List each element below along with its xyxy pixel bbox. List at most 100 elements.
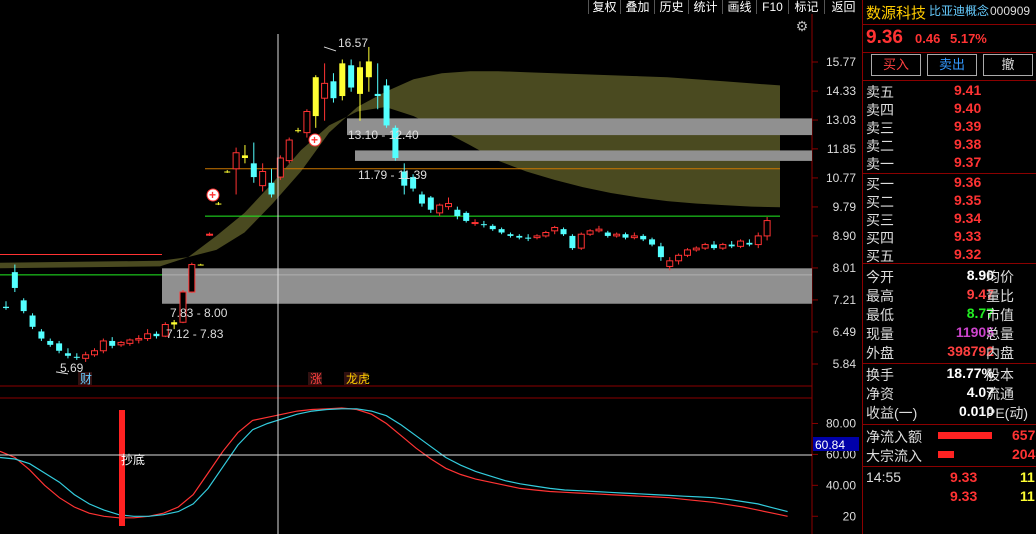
fundamental-label-2: PE(动): [986, 405, 1028, 421]
candle-body: [551, 226, 559, 232]
buy-level-row[interactable]: 买一 9.36: [866, 174, 1036, 192]
order-level-price: 9.32: [954, 246, 982, 262]
order-level-price: 9.41: [954, 82, 982, 98]
toolbar-draw-button[interactable]: 画线: [722, 0, 756, 14]
stat-label-2: 均价: [986, 269, 1014, 285]
candle-body: [754, 235, 762, 246]
plus-sign: +: [311, 133, 318, 147]
plus-sign: +: [209, 188, 216, 202]
buy-level-row[interactable]: 买五 9.32: [866, 246, 1036, 264]
order-level-label: 卖三: [866, 120, 894, 136]
stat-label-2: 内盘: [986, 345, 1014, 361]
candle-body: [64, 353, 71, 356]
tick-price: 9.33: [950, 469, 978, 485]
axis-tick-label: 7.21: [833, 293, 857, 307]
toolbar-history-button[interactable]: 历史: [654, 0, 688, 14]
ind-axis-label: 80.00: [826, 416, 856, 430]
candle-body: [250, 163, 257, 178]
toolbar-mark-button[interactable]: 标记: [788, 0, 824, 14]
order-level-label: 买四: [866, 230, 894, 246]
candle[interactable]: [463, 211, 470, 223]
candle-body: [471, 222, 479, 225]
candle-body: [454, 209, 461, 217]
sell-level-row[interactable]: 卖五 9.41: [866, 82, 1036, 100]
stat-label: 外盘: [866, 345, 894, 361]
candle-body: [365, 61, 372, 78]
buy-level-row[interactable]: 买三 9.34: [866, 210, 1036, 228]
candle-body: [507, 234, 514, 236]
fundamental-label: 净资: [866, 386, 894, 402]
candle[interactable]: [683, 248, 691, 258]
buy-level-row[interactable]: 买四 9.33: [866, 228, 1036, 246]
candle-body: [675, 254, 683, 262]
sell-level-row[interactable]: 卖三 9.39: [866, 118, 1036, 136]
kline-chart[interactable]: 15.77 14.33 13.03 11.85 10.77 9.79 8.90 8.01 7.2…: [0, 0, 862, 534]
stat-row: 最高 9.47 量比: [866, 286, 1036, 304]
gear-icon[interactable]: ⚙: [794, 18, 810, 34]
candle-body: [330, 81, 337, 99]
candle[interactable]: [569, 234, 576, 250]
divider: [863, 424, 1036, 425]
resistance-zone-mid: [355, 150, 812, 161]
divider: [863, 466, 1036, 467]
candle-body: [224, 171, 231, 173]
candle[interactable]: [285, 137, 293, 164]
toolbar-back-button[interactable]: 返回: [824, 0, 862, 14]
candle[interactable]: [188, 262, 196, 293]
toolbar-fuquan-button[interactable]: 复权: [588, 0, 620, 14]
candle[interactable]: [737, 239, 745, 249]
candle-body: [577, 233, 585, 249]
cancel-order-button[interactable]: 撤: [983, 54, 1033, 76]
stock-name: 数源科技: [866, 5, 927, 22]
candle-body: [339, 63, 346, 97]
candle-body: [711, 244, 717, 249]
sell-level-row[interactable]: 卖四 9.40: [866, 100, 1036, 118]
order-level-price: 9.34: [954, 210, 982, 226]
candle[interactable]: [383, 79, 390, 128]
buy-level-row[interactable]: 买二 9.35: [866, 192, 1036, 210]
candle-body: [47, 340, 54, 345]
order-level-label: 买三: [866, 212, 894, 228]
order-level-price: 9.39: [954, 118, 982, 134]
tick-row: 14:55 9.33 11: [866, 469, 1036, 487]
sell-level-row[interactable]: 卖二 9.38: [866, 136, 1036, 154]
flow-row: 净流入额 6570: [866, 427, 1036, 445]
support-zone: [162, 268, 812, 304]
zone-low2-label: 7.12 - 7.83: [166, 327, 224, 341]
candle[interactable]: [99, 338, 107, 354]
candle[interactable]: [339, 59, 346, 101]
candle-body: [542, 232, 550, 237]
candle[interactable]: [577, 232, 585, 250]
order-level-price: 9.35: [954, 192, 982, 208]
ind-current-value: 60.84: [815, 438, 845, 452]
buy-button[interactable]: 买入: [871, 54, 921, 76]
candle-body: [73, 356, 80, 358]
candle-body: [569, 235, 576, 249]
candle-body: [613, 233, 621, 237]
sell-button[interactable]: 卖出: [927, 54, 977, 76]
sell-level-row[interactable]: 卖一 9.37: [866, 154, 1036, 172]
candle-body: [259, 171, 267, 187]
flow-label: 净流入额: [866, 429, 922, 445]
candle-body: [374, 93, 381, 97]
stock-concept[interactable]: 比亚迪概念: [929, 2, 989, 19]
candle[interactable]: [29, 313, 36, 330]
candle-body: [683, 249, 691, 256]
candle-body: [630, 235, 638, 239]
divider: [863, 173, 1036, 174]
toolbar-f10-button[interactable]: F10: [756, 0, 788, 14]
candle-body: [11, 272, 18, 288]
candle-body: [666, 260, 674, 267]
axis-tick-label: 14.33: [826, 84, 856, 98]
toolbar-overlay-button[interactable]: 叠加: [620, 0, 654, 14]
candle-body: [303, 111, 311, 134]
stat-row: 今开 8.90 均价: [866, 267, 1036, 285]
candle[interactable]: [20, 298, 27, 314]
candle-body: [418, 194, 425, 204]
tick-volume: 11: [1020, 469, 1035, 485]
axis-tick-label: 8.01: [833, 261, 857, 275]
candle-body: [117, 341, 125, 346]
stat-label: 最高: [866, 288, 894, 304]
event-marker: 龙虎: [346, 372, 370, 386]
toolbar-stats-button[interactable]: 统计: [688, 0, 722, 14]
